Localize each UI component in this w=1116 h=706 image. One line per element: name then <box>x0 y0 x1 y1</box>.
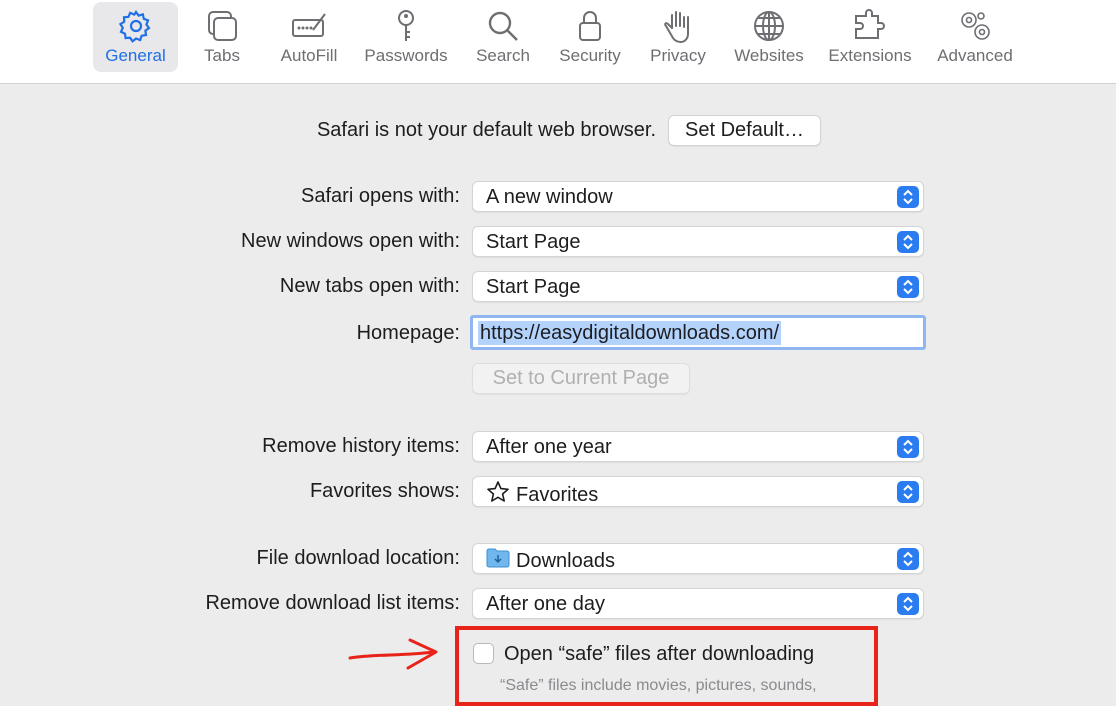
tab-label: Extensions <box>828 46 912 65</box>
key-icon <box>386 6 426 46</box>
homepage-label: Homepage: <box>356 322 460 344</box>
lock-icon <box>570 6 610 46</box>
remove-history-label: Remove history items: <box>262 435 460 457</box>
chevron-updown-icon <box>897 231 919 253</box>
magnifier-icon <box>483 6 523 46</box>
popup-value: After one day <box>486 593 605 615</box>
tab-label: Security <box>559 46 621 65</box>
chevron-updown-icon <box>897 481 919 503</box>
remove-downloads-label: Remove download list items: <box>205 592 460 614</box>
tab-label: Websites <box>734 46 804 65</box>
opens-with-label: Safari opens with: <box>301 185 460 207</box>
tab-label: Search <box>476 46 530 65</box>
set-current-page-button[interactable]: Set to Current Page <box>472 363 690 394</box>
annotation-arrow-icon <box>346 636 442 677</box>
homepage-field[interactable]: https://easydigitaldownloads.com/ <box>470 315 926 350</box>
popup-value: A new window <box>486 186 613 208</box>
download-location-popup[interactable]: Downloads <box>472 543 924 574</box>
star-icon <box>486 480 510 510</box>
favorites-shows-label: Favorites shows: <box>309 480 460 502</box>
popup-value: Favorites <box>516 484 599 506</box>
hand-icon <box>658 6 698 46</box>
downloads-folder-icon <box>486 547 510 575</box>
popup-value: After one year <box>486 436 612 458</box>
tab-label: Tabs <box>204 46 240 65</box>
remove-downloads-popup[interactable]: After one day <box>472 588 924 619</box>
gear-icon <box>116 6 156 46</box>
remove-history-popup[interactable]: After one year <box>472 431 924 462</box>
tab-label: Privacy <box>650 46 706 65</box>
puzzle-icon <box>850 6 890 46</box>
tab-general[interactable]: General <box>93 2 178 72</box>
popup-value: Start Page <box>486 231 581 253</box>
default-browser-message: Safari is not your default web browser. <box>316 119 656 141</box>
globe-icon <box>749 6 789 46</box>
tab-autofill[interactable]: AutoFill <box>272 2 346 72</box>
opens-with-popup[interactable]: A new window <box>472 181 924 212</box>
chevron-updown-icon <box>897 593 919 615</box>
tab-search[interactable]: Search <box>468 2 538 72</box>
new-windows-label: New windows open with: <box>241 230 460 252</box>
tab-tabs[interactable]: Tabs <box>186 2 258 72</box>
chevron-updown-icon <box>897 548 919 570</box>
download-location-label: File download location: <box>256 547 460 569</box>
chevron-updown-icon <box>897 276 919 298</box>
tab-label: Advanced <box>937 46 1013 65</box>
tabs-icon <box>202 6 242 46</box>
tab-label: Passwords <box>364 46 448 65</box>
tab-label: AutoFill <box>280 46 338 65</box>
set-default-button[interactable]: Set Default… <box>668 115 821 146</box>
autofill-icon <box>289 6 329 46</box>
tab-passwords[interactable]: Passwords <box>358 2 454 72</box>
popup-value: Downloads <box>516 550 615 572</box>
tab-advanced[interactable]: Advanced <box>930 2 1020 72</box>
new-windows-popup[interactable]: Start Page <box>472 226 924 257</box>
annotation-highlight-box <box>455 626 878 706</box>
gears-icon <box>955 6 995 46</box>
tab-label: General <box>105 46 166 65</box>
new-tabs-popup[interactable]: Start Page <box>472 271 924 302</box>
tab-security[interactable]: Security <box>552 2 628 72</box>
popup-value: Start Page <box>486 276 581 298</box>
tab-websites[interactable]: Websites <box>727 2 811 72</box>
tab-privacy[interactable]: Privacy <box>644 2 712 72</box>
homepage-value: https://easydigitaldownloads.com/ <box>478 321 782 345</box>
favorites-shows-popup[interactable]: Favorites <box>472 476 924 507</box>
chevron-updown-icon <box>897 436 919 458</box>
new-tabs-label: New tabs open with: <box>279 275 460 297</box>
preferences-toolbar: General Tabs AutoFill Passwords Search S… <box>0 0 1116 84</box>
tab-extensions[interactable]: Extensions <box>822 2 918 72</box>
chevron-updown-icon <box>897 186 919 208</box>
